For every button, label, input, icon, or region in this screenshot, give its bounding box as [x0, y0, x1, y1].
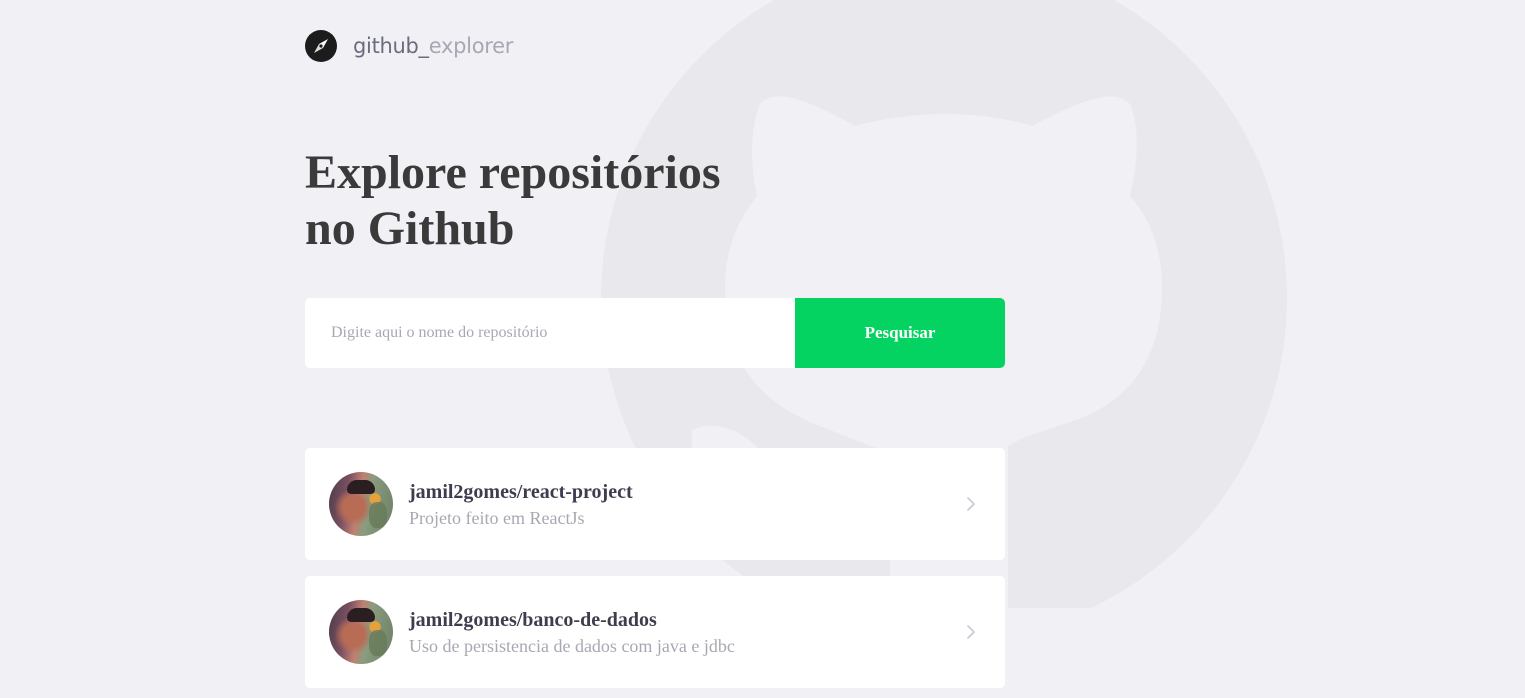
repository-card[interactable]: jamil2gomes/banco-de-dados Uso de persis…: [305, 576, 1005, 688]
logo-text-secondary: explorer: [428, 34, 514, 58]
repository-info: jamil2gomes/react-project Projeto feito …: [409, 480, 949, 529]
chevron-right-icon: [961, 622, 981, 642]
chevron-right-icon: [961, 494, 981, 514]
repository-name: jamil2gomes/banco-de-dados: [409, 608, 657, 631]
repository-search-input[interactable]: [305, 298, 795, 368]
repository-description: Projeto feito em ReactJs: [409, 507, 585, 528]
page-title-line1: Explore repositórios: [305, 146, 721, 199]
search-button[interactable]: Pesquisar: [795, 298, 1005, 368]
repository-info: jamil2gomes/banco-de-dados Uso de persis…: [409, 608, 949, 657]
logo-text-primary: github_: [353, 34, 429, 58]
page-title: Explore repositórios no Github: [305, 145, 785, 257]
search-form: Pesquisar: [305, 298, 1005, 368]
repository-list: jamil2gomes/react-project Projeto feito …: [305, 448, 1005, 698]
repository-description: Uso de persistencia de dados com java e …: [409, 635, 735, 656]
repository-card[interactable]: jamil2gomes/react-project Projeto feito …: [305, 448, 1005, 560]
app-logo[interactable]: github_explorer: [305, 30, 513, 62]
repository-name: jamil2gomes/react-project: [409, 480, 633, 503]
avatar: [329, 472, 393, 536]
logo-text: github_explorer: [353, 30, 513, 62]
avatar: [329, 600, 393, 664]
compass-icon: [305, 30, 337, 62]
page-title-line2: no Github: [305, 202, 515, 255]
